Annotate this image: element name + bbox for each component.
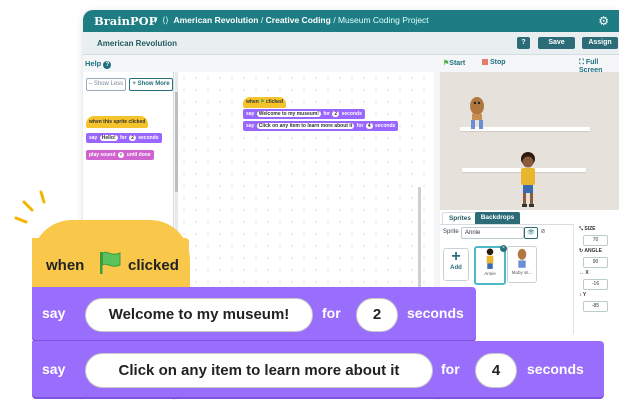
big-for-label: for [441, 361, 460, 377]
palette-say-for-label: for [120, 135, 127, 141]
assign-button[interactable]: Assign [582, 37, 618, 49]
plus-icon: + [451, 248, 461, 265]
breadcrumb-separator: / [155, 15, 158, 25]
big-secs-slot[interactable]: 2 [356, 298, 398, 332]
x-label-text: X [585, 270, 589, 276]
fullscreen-icon: ⛶ [579, 59, 584, 66]
stop-icon [482, 59, 488, 65]
breadcrumb-project: Museum Coding Project [337, 15, 429, 25]
breadcrumb-topic[interactable]: American Revolution [173, 15, 258, 25]
big-when-label: when [46, 257, 85, 274]
add-sprite-label: Add [450, 265, 462, 271]
canvas-say-text-slot[interactable]: Welcome to my museum! [256, 111, 321, 117]
save-button[interactable]: Save [538, 37, 575, 49]
y-label-text: Y [582, 292, 587, 298]
canvas-say-label: say [246, 111, 255, 117]
sprite-thumb-annie[interactable]: Annie × [474, 245, 507, 285]
canvas-seconds-label: seconds [375, 123, 396, 129]
big-say-label: say [42, 361, 66, 377]
breadcrumb-tool[interactable]: Creative Coding [266, 15, 331, 25]
size-label: ⤡ SIZE [579, 226, 596, 232]
big-for-label: for [322, 305, 341, 321]
canvas-clicked-label: clicked [266, 99, 284, 105]
big-say-text-slot[interactable]: Welcome to my museum! [85, 298, 313, 332]
palette-say-text-slot[interactable]: Hello! [99, 135, 118, 141]
x-label: ↔ X [579, 270, 589, 276]
size-label-text: SIZE [584, 226, 596, 232]
stop-button[interactable]: Stop [482, 59, 506, 66]
canvas-block-when-flag-clicked[interactable]: when ⚑ clicked [243, 97, 287, 108]
delete-sprite-icon[interactable]: × [500, 245, 507, 252]
stage[interactable] [440, 72, 619, 210]
palette-sound-dropdown[interactable]: ▾ [117, 152, 125, 158]
big-say-text-slot[interactable]: Click on any item to learn more about it [85, 353, 433, 388]
canvas-block-say-click[interactable]: say Click on any item to learn more abou… [243, 121, 399, 131]
sprite-name-field[interactable]: Annie [461, 227, 524, 239]
canvas-say-label: say [246, 123, 255, 129]
help-question-button[interactable]: ? [517, 37, 530, 49]
angle-label: ↻ ANGLE [579, 248, 602, 254]
angle-label-text: ANGLE [584, 248, 602, 254]
angle-field[interactable]: 90 [583, 257, 608, 268]
big-say-label: say [42, 305, 66, 321]
help-label: Help [85, 59, 102, 68]
topic-icon: ⟨⟩ [159, 15, 172, 25]
canvas-say-text-slot[interactable]: Click on any item to learn more about it [256, 123, 355, 129]
size-field[interactable]: 70 [583, 235, 608, 246]
y-field[interactable]: -85 [583, 301, 608, 312]
sprite-name-label: Sprite [443, 229, 459, 235]
big-clicked-label: clicked [128, 257, 179, 274]
sprite-thumb-label: Annie [484, 271, 496, 276]
top-bar: BrainPOP / ⟨⟩ American Revolution / Crea… [83, 10, 619, 32]
annie-thumb-icon [486, 248, 494, 269]
canvas-when-label: when [246, 99, 259, 105]
canvas-for-label: for [323, 111, 330, 117]
canvas-scrollbar[interactable] [418, 187, 421, 287]
palette-block-until-label: until done [126, 152, 151, 158]
canvas-secs-slot[interactable]: 4 [365, 123, 373, 129]
palette-say-seconds-label: seconds [138, 135, 159, 141]
start-button[interactable]: ⚑Start [443, 59, 465, 67]
canvas-secs-slot[interactable]: 2 [332, 111, 340, 117]
help-circle-icon: ? [103, 61, 112, 69]
x-field[interactable]: -16 [583, 279, 608, 290]
big-seconds-label: seconds [527, 361, 584, 377]
project-title: American Revolution [97, 39, 178, 48]
moby-sprite[interactable] [466, 94, 488, 130]
palette-block-say-for[interactable]: say Hello! for 2 seconds [86, 133, 162, 143]
breadcrumb-separator: / [333, 15, 336, 25]
show-less-button[interactable]: – Show Less [86, 78, 126, 91]
palette-block-when-label: when this sprite clicked [89, 119, 146, 125]
breadcrumb: / ⟨⟩ American Revolution / Creative Codi… [155, 15, 429, 26]
stop-label: Stop [489, 59, 506, 66]
canvas-for-label: for [356, 123, 364, 129]
big-seconds-label: seconds [407, 305, 464, 321]
gear-icon[interactable]: ⚙ [598, 14, 609, 28]
brand-logo[interactable]: BrainPOP [94, 14, 157, 28]
show-sprite-eye-icon[interactable]: 👁 [524, 227, 538, 239]
palette-block-play-sound[interactable]: play sound ▾ until done [86, 150, 154, 160]
help-link[interactable]: Help ? [85, 59, 112, 69]
palette-block-say-label: say [89, 135, 98, 141]
green-flag-icon [100, 251, 121, 274]
palette-say-secs-slot[interactable]: 2 [129, 135, 136, 141]
big-secs-slot[interactable]: 4 [475, 353, 517, 388]
annie-sprite[interactable] [516, 151, 540, 209]
sprite-thumb-moby[interactable]: Moby sit... [507, 246, 537, 283]
project-bar: American Revolution ? Save Assign [83, 32, 619, 55]
sprite-thumb-label: Moby sit... [511, 270, 533, 275]
canvas-seconds-label: seconds [341, 111, 362, 117]
palette-block-when-sprite-clicked[interactable]: when this sprite clicked [86, 116, 149, 128]
tab-backdrops[interactable]: Backdrops [475, 212, 520, 224]
y-label: ↕ Y [579, 292, 587, 298]
start-label: Start [449, 60, 466, 67]
palette-block-play-label: play sound [89, 152, 116, 158]
breadcrumb-separator: / [260, 15, 264, 25]
add-sprite-button[interactable]: + Add [443, 248, 469, 281]
canvas-block-say-welcome[interactable]: say Welcome to my museum! for 2 seconds [243, 109, 365, 119]
show-more-button[interactable]: + Show More [129, 78, 173, 91]
green-flag-icon: ⚑ [260, 99, 265, 105]
moby-thumb-icon [517, 248, 527, 268]
hide-sprite-eye-icon[interactable]: ⊘ [538, 227, 548, 237]
